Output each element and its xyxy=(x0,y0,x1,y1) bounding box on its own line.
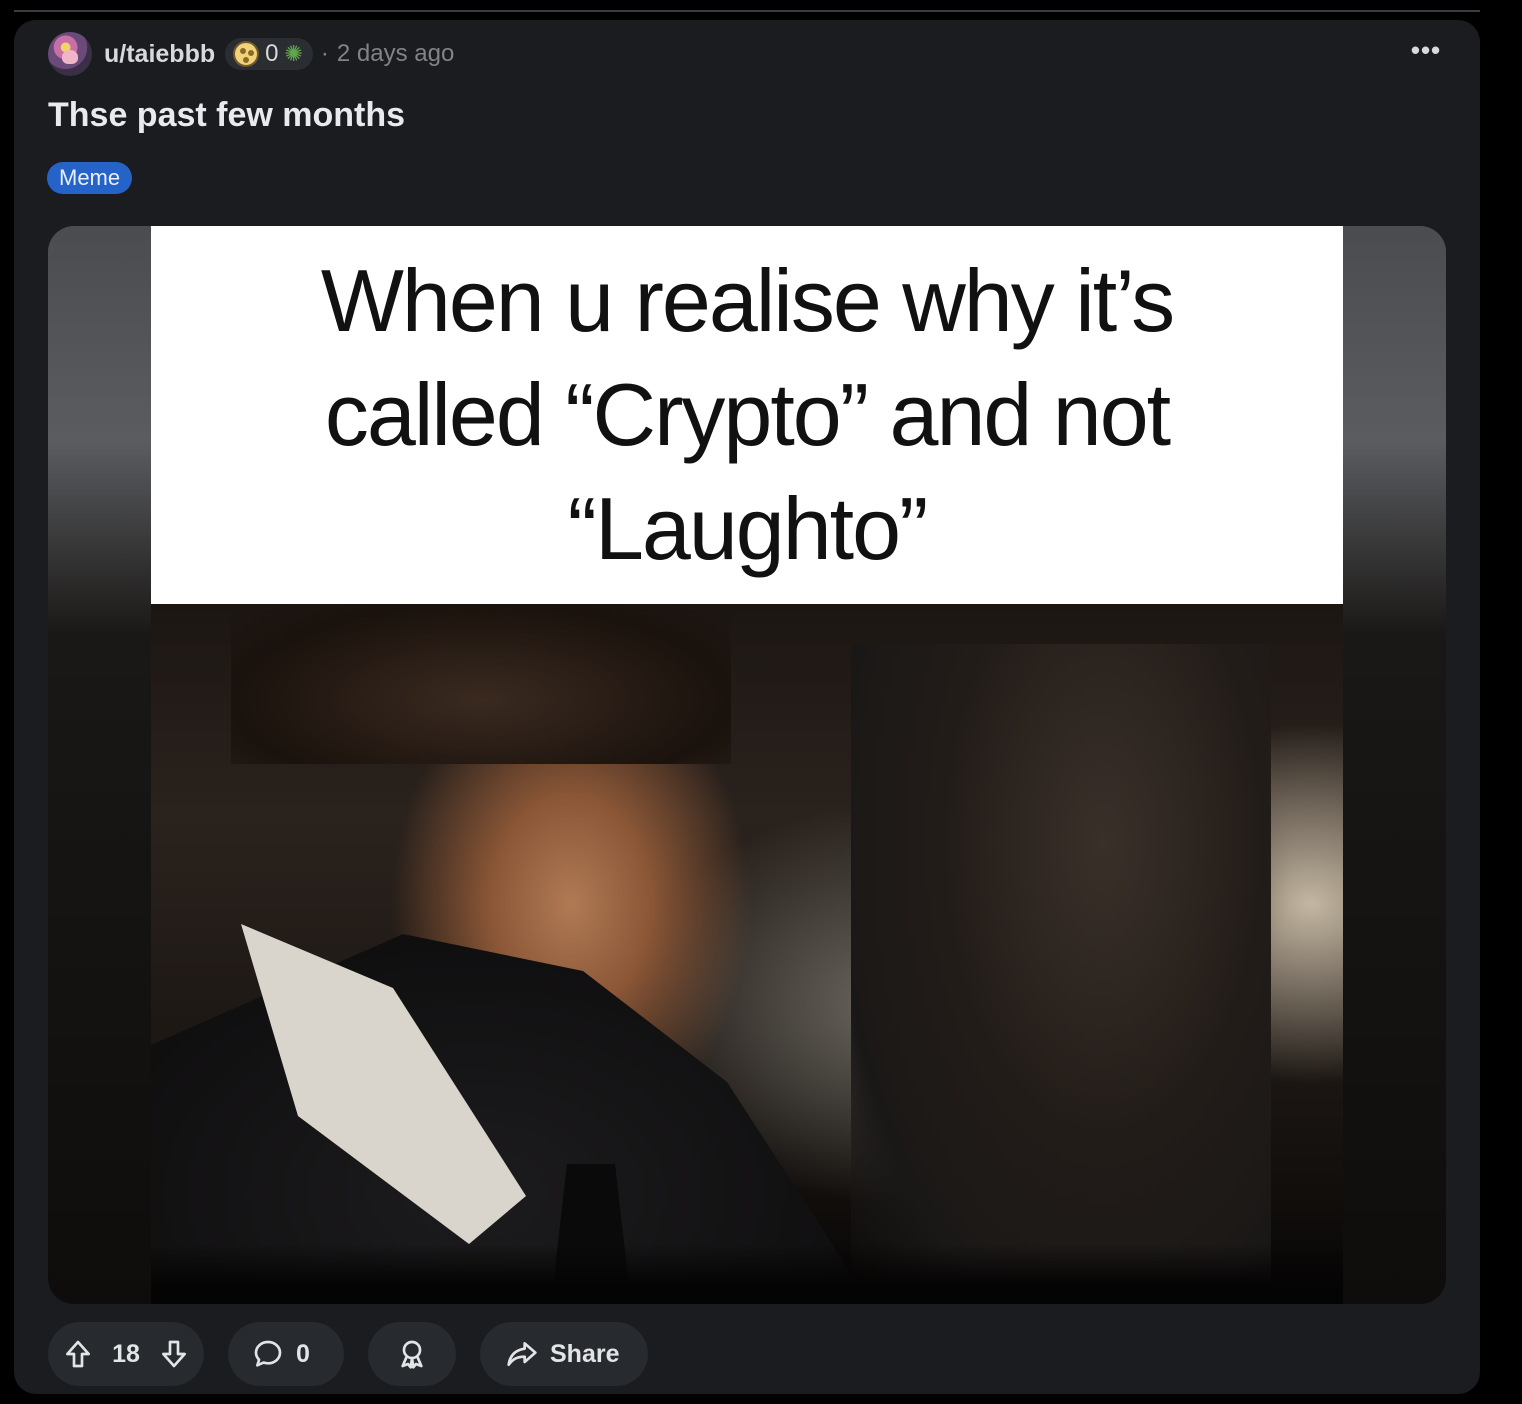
share-label: Share xyxy=(550,1339,620,1368)
karma-badge: 0 ✺ xyxy=(225,38,313,70)
top-divider xyxy=(14,10,1480,12)
action-bar: 18 0 Share xyxy=(48,1322,648,1386)
media-blur-left xyxy=(48,226,151,1304)
karma-count: 0 xyxy=(265,40,279,67)
user-avatar[interactable] xyxy=(48,32,92,76)
award-button[interactable] xyxy=(368,1322,456,1386)
downvote-arrow-icon[interactable] xyxy=(158,1338,190,1370)
vote-control: 18 xyxy=(48,1322,204,1386)
award-icon xyxy=(396,1338,428,1370)
post-meta: u/taiebbb 0 ✺ · 2 days ago xyxy=(48,32,454,76)
username-link[interactable]: u/taiebbb xyxy=(104,40,215,69)
meme-photo xyxy=(151,604,1343,1304)
share-arrow-icon xyxy=(506,1338,538,1370)
post-title[interactable]: Thse past few months xyxy=(48,96,405,135)
comment-count: 0 xyxy=(296,1339,310,1368)
media-blur-right xyxy=(1343,226,1446,1304)
separator-dot: · xyxy=(320,40,329,67)
vote-count: 18 xyxy=(112,1339,140,1368)
upvote-arrow-icon[interactable] xyxy=(62,1338,94,1370)
post-media[interactable]: When u realise why it’s called “Crypto” … xyxy=(48,226,1446,1304)
foreground-person-hair xyxy=(231,604,731,764)
comment-bubble-icon xyxy=(252,1338,284,1370)
share-button[interactable]: Share xyxy=(480,1322,648,1386)
more-options-icon: ••• xyxy=(1410,35,1442,65)
meme-caption-box: When u realise why it’s called “Crypto” … xyxy=(151,226,1343,604)
comments-button[interactable]: 0 xyxy=(228,1322,344,1386)
more-options-button[interactable]: ••• xyxy=(1406,36,1446,68)
media-bottom-shade xyxy=(151,1244,1343,1304)
background-person xyxy=(851,644,1271,1304)
meme-caption: When u realise why it’s called “Crypto” … xyxy=(320,251,1175,578)
post-card: u/taiebbb 0 ✺ · 2 days ago ••• Thse past… xyxy=(14,20,1480,1394)
post-timestamp: 2 days ago xyxy=(336,40,455,67)
flair-badge[interactable]: Meme xyxy=(47,162,133,194)
coin-icon xyxy=(233,41,260,67)
virus-icon: ✺ xyxy=(284,41,303,66)
